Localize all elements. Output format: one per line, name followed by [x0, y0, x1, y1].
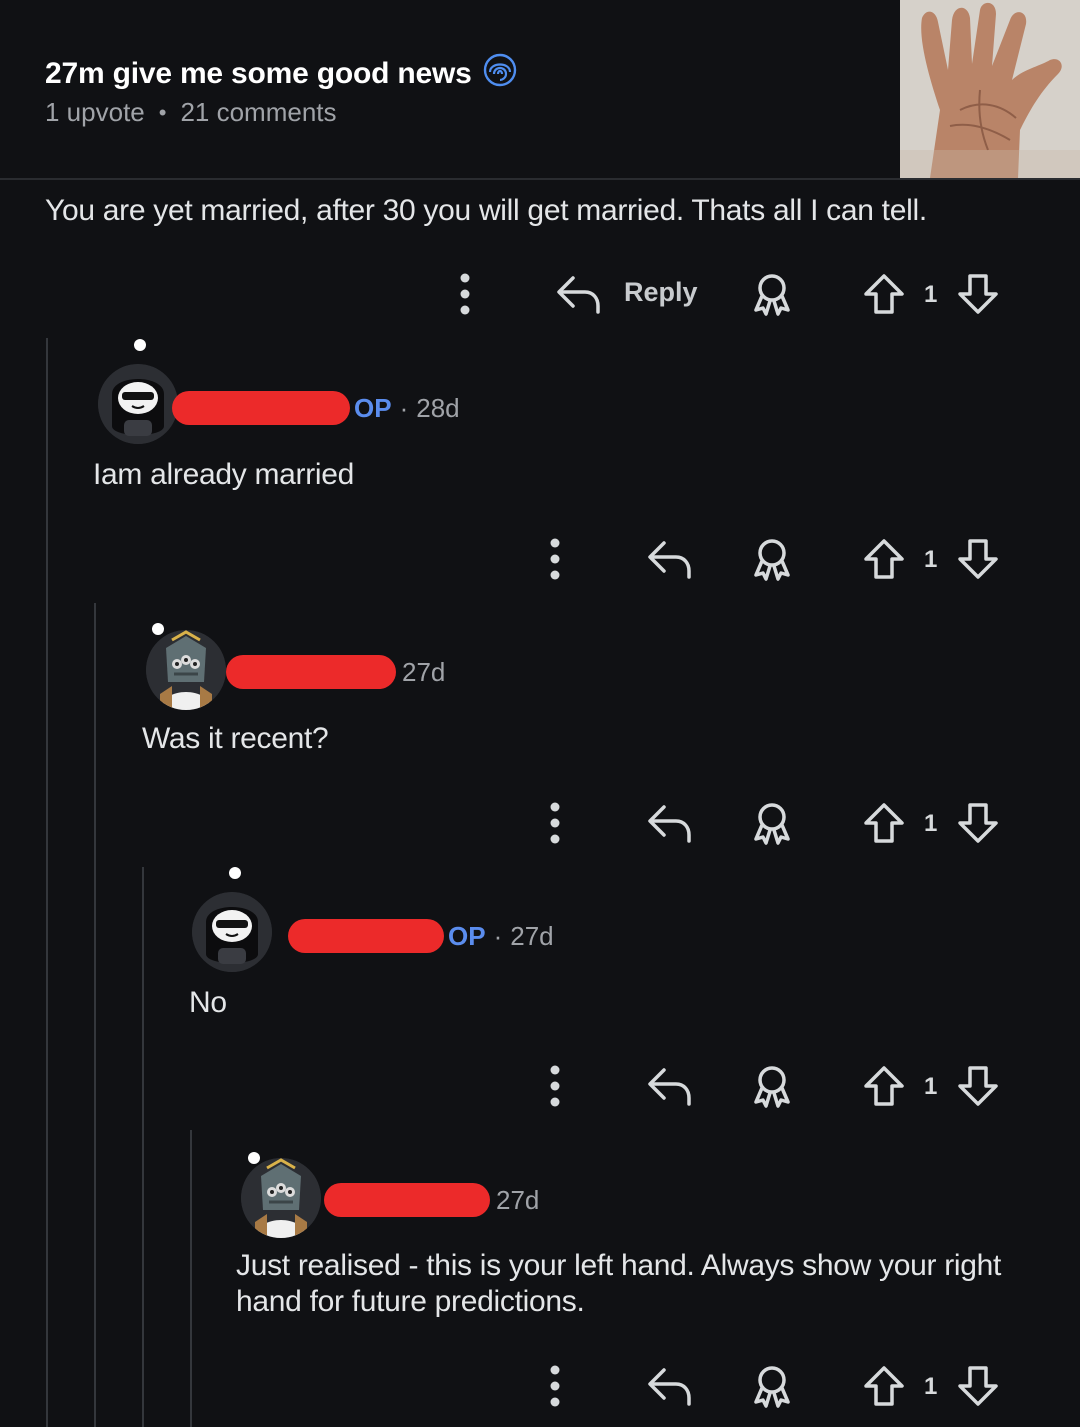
reply-icon[interactable]: [646, 1064, 694, 1108]
comment-actions: 1: [0, 528, 1080, 588]
vote-count: 1: [924, 1373, 938, 1400]
upvote-count: 1 upvote: [45, 97, 145, 127]
online-status-dot: [134, 339, 146, 351]
op-badge: OP: [354, 392, 392, 423]
header-divider: [0, 178, 1080, 180]
comment-author-row: OP · 27d: [288, 916, 554, 956]
post-thumbnail[interactable]: [900, 0, 1080, 178]
comment-author-row: 27d: [226, 652, 445, 692]
downvote-icon[interactable]: [956, 272, 1000, 316]
online-status-dot: [152, 623, 164, 635]
thread-line[interactable]: [142, 867, 144, 1427]
thread-line[interactable]: [46, 338, 48, 1427]
robot-avatar-icon: [146, 630, 226, 710]
reply-icon[interactable]: [555, 272, 603, 316]
comment-age: 27d: [402, 656, 446, 687]
comment-count: 21 comments: [180, 97, 337, 127]
hand-photo: [900, 0, 1080, 178]
comment-text: Iam already married: [93, 458, 355, 491]
comment-author-row: 27d: [324, 1180, 539, 1220]
post-title-row[interactable]: 27m give me some good news: [45, 52, 518, 96]
redacted-username[interactable]: [288, 919, 444, 953]
more-options-icon[interactable]: [545, 1064, 565, 1108]
online-status-dot: [229, 867, 241, 879]
comment-text: No: [189, 986, 227, 1019]
upvote-icon[interactable]: [862, 1064, 906, 1108]
meta-separator: ·: [493, 920, 503, 951]
comment-author-row: OP · 28d: [172, 388, 460, 428]
op-badge: OP: [448, 920, 486, 951]
comment-age: 28d: [416, 392, 460, 423]
post-meta: 1 upvote • 21 comments: [45, 97, 337, 128]
reply-icon[interactable]: [646, 537, 694, 581]
comment-age: 27d: [496, 1184, 540, 1215]
upvote-icon[interactable]: [862, 801, 906, 845]
panda-avatar-icon: [192, 892, 272, 972]
avatar[interactable]: [98, 364, 178, 444]
award-icon[interactable]: [750, 537, 794, 581]
meta-separator: ·: [399, 392, 409, 423]
avatar[interactable]: [146, 630, 226, 710]
comment-text: Just realised - this is your left hand. …: [236, 1249, 1002, 1318]
post-title[interactable]: 27m give me some good news: [45, 57, 472, 91]
post-header: 27m give me some good news 1 upvote • 21…: [0, 0, 1080, 178]
reply-icon[interactable]: [646, 1364, 694, 1408]
reply-icon[interactable]: [646, 801, 694, 845]
redacted-username[interactable]: [172, 391, 350, 425]
comment-actions: 1: [0, 1055, 1080, 1115]
award-icon[interactable]: [750, 801, 794, 845]
upvote-icon[interactable]: [862, 537, 906, 581]
reply-button[interactable]: Reply: [624, 277, 698, 308]
panda-avatar-icon: [98, 364, 178, 444]
redacted-username[interactable]: [226, 655, 396, 689]
downvote-icon[interactable]: [956, 537, 1000, 581]
robot-avatar-icon: [241, 1158, 321, 1238]
award-icon[interactable]: [750, 1364, 794, 1408]
vote-count: 1: [924, 281, 938, 308]
comment-text: Was it recent?: [142, 722, 329, 755]
downvote-icon[interactable]: [956, 1364, 1000, 1408]
downvote-icon[interactable]: [956, 801, 1000, 845]
upvote-icon[interactable]: [862, 272, 906, 316]
redacted-username[interactable]: [324, 1183, 490, 1217]
downvote-icon[interactable]: [956, 1064, 1000, 1108]
avatar[interactable]: [192, 892, 272, 972]
online-status-dot: [248, 1152, 260, 1164]
more-options-icon[interactable]: [455, 272, 475, 316]
award-icon[interactable]: [750, 272, 794, 316]
comment-actions: 1: [0, 1355, 1080, 1415]
comment-actions: 1: [0, 792, 1080, 852]
more-options-icon[interactable]: [545, 537, 565, 581]
thread-line[interactable]: [94, 603, 96, 1427]
vote-count: 1: [924, 546, 938, 573]
upvote-icon[interactable]: [862, 1364, 906, 1408]
vote-count: 1: [924, 810, 938, 837]
comment-text: You are yet married, after 30 you will g…: [45, 194, 927, 227]
more-options-icon[interactable]: [545, 801, 565, 845]
award-icon[interactable]: [750, 1064, 794, 1108]
comment-actions: Reply 1: [0, 263, 1080, 323]
comment-age: 27d: [510, 920, 554, 951]
vote-count: 1: [924, 1073, 938, 1100]
more-options-icon[interactable]: [545, 1364, 565, 1408]
avatar[interactable]: [241, 1158, 321, 1238]
meta-separator: •: [158, 99, 167, 125]
fingerprint-icon: [482, 52, 518, 96]
